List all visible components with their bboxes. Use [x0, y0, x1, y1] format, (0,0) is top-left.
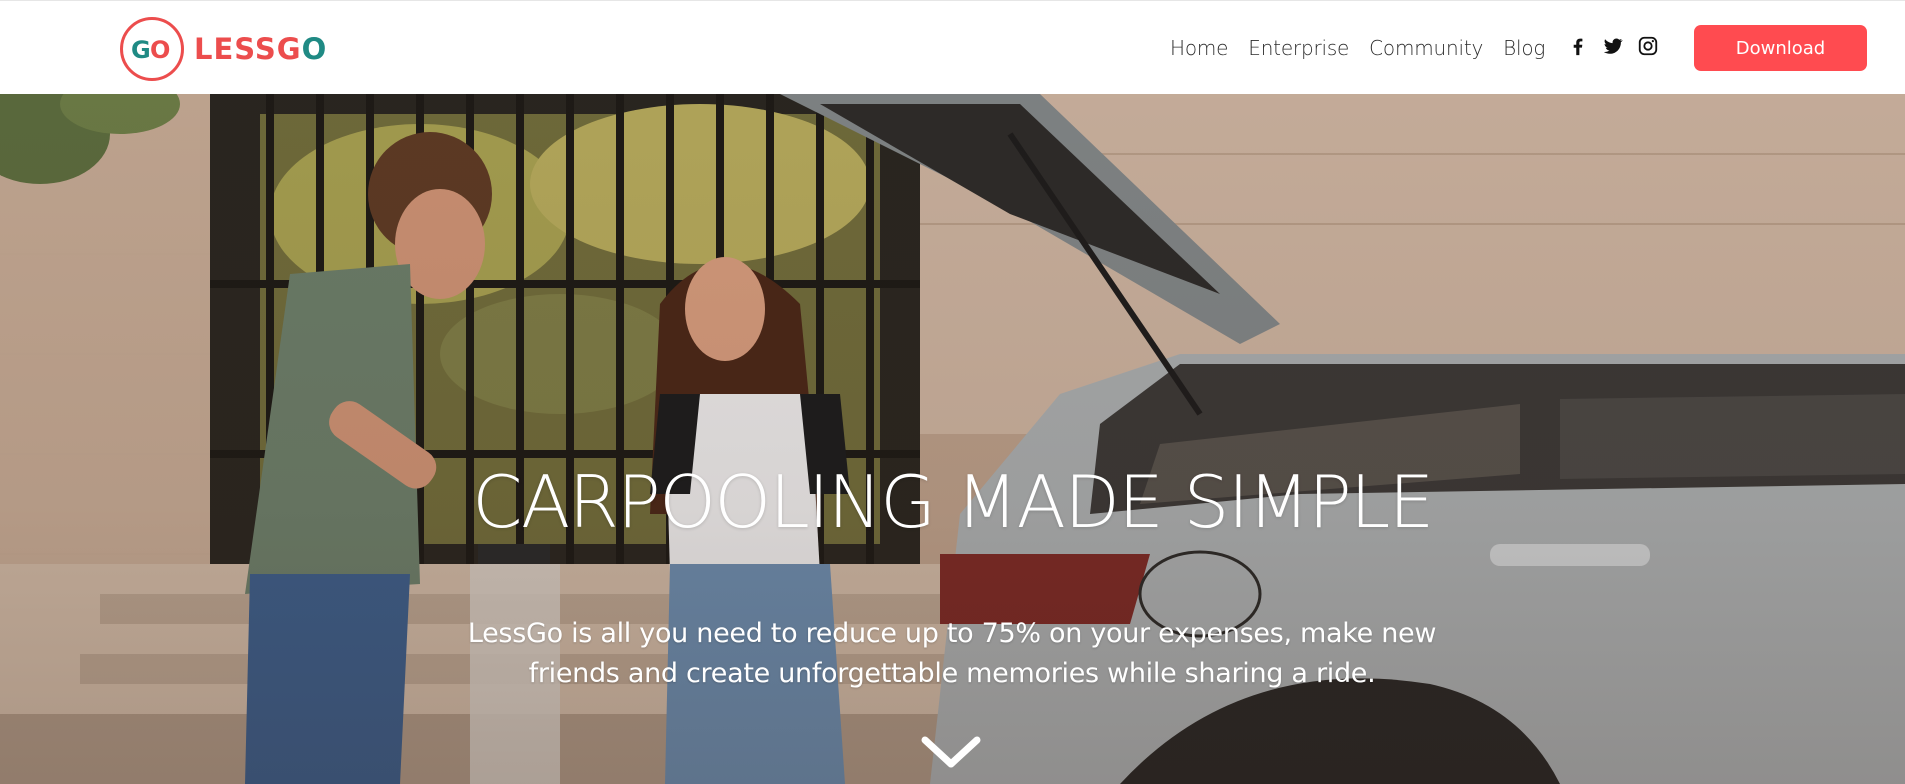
logo-word-o: O: [301, 31, 328, 66]
landing-page: G O LESSGO Home Enterprise Community Blo…: [0, 0, 1905, 784]
nav-item-home[interactable]: Home: [1170, 34, 1228, 62]
facebook-icon[interactable]: [1567, 35, 1589, 57]
hero-subtitle: LessGo is all you need to reduce up to 7…: [467, 618, 1437, 689]
download-button[interactable]: Download: [1694, 25, 1867, 71]
logo-wordmark: LESSGO: [194, 31, 328, 66]
nav-item-community[interactable]: Community: [1369, 34, 1483, 62]
logo-mark-g: G: [131, 36, 151, 64]
hero-section: CARPOOLING MADE SIMPLE LessGo is all you…: [0, 94, 1905, 784]
main-nav: Home Enterprise Community Blog: [1170, 34, 1565, 62]
logo-mark-icon: G O: [120, 17, 184, 81]
hero-title: CARPOOLING MADE SIMPLE: [472, 460, 1434, 544]
twitter-icon[interactable]: [1602, 35, 1624, 57]
social-links: [1567, 35, 1659, 57]
chevron-down-icon[interactable]: [921, 734, 981, 770]
instagram-icon[interactable]: [1637, 35, 1659, 57]
logo-word-less: LESS: [194, 31, 277, 66]
logo-word-g: G: [276, 31, 302, 66]
nav-item-blog[interactable]: Blog: [1503, 34, 1545, 62]
logo-mark-o: O: [150, 36, 170, 64]
site-header: G O LESSGO Home Enterprise Community Blo…: [0, 0, 1905, 94]
nav-item-enterprise[interactable]: Enterprise: [1248, 34, 1349, 62]
logo[interactable]: G O LESSGO: [119, 16, 329, 82]
